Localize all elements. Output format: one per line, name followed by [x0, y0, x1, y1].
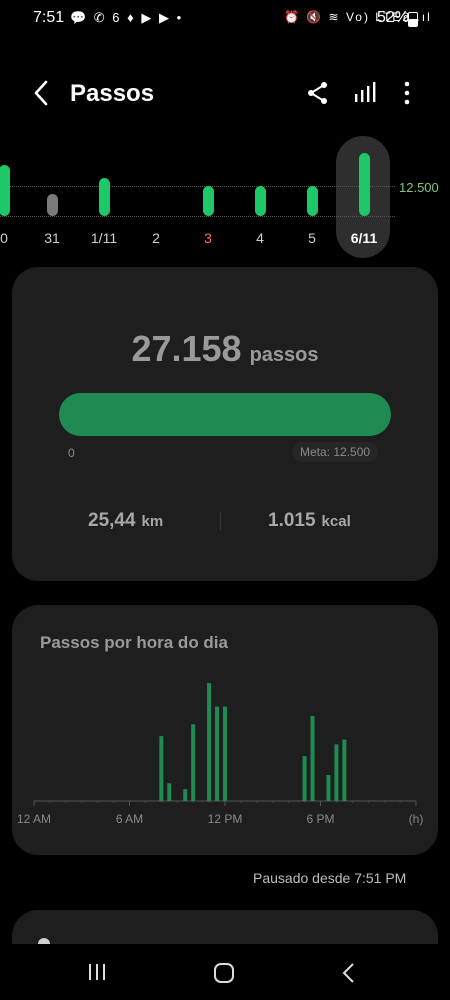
goal-line [0, 186, 395, 187]
x-tick-label: 12 PM [208, 812, 243, 826]
day-label-6/11[interactable]: 6/11 [344, 230, 384, 246]
steps-total: 27.158 passos [0, 328, 450, 370]
day-bar-31[interactable] [46, 194, 58, 216]
recent-apps-icon[interactable] [86, 962, 108, 982]
hour-bar [326, 775, 331, 801]
day-label-5[interactable]: 5 [292, 230, 332, 246]
battery-level: 52% [377, 9, 410, 26]
calories-value: 1.015 [268, 510, 316, 531]
notification-icons: 💬 ✆ 6 ♦ ▶ ▶ • [70, 10, 184, 25]
day-label-2[interactable]: 2 [136, 230, 176, 246]
calories-unit: kcal [321, 513, 351, 530]
day-label-1/11[interactable]: 1/11 [84, 230, 124, 246]
page-title: Passos [70, 80, 155, 107]
progress-start-label: 0 [68, 446, 75, 460]
steps-value: 27.158 [131, 328, 242, 369]
hour-bar [302, 756, 307, 801]
paused-status: Pausado desde 7:51 PM [253, 870, 407, 886]
more-vertical-icon[interactable] [394, 80, 420, 106]
hour-bar [159, 736, 164, 801]
x-tick-label: 6 PM [306, 812, 334, 826]
home-icon[interactable] [213, 962, 235, 984]
stat-divider [220, 512, 221, 530]
navigation-bar [0, 944, 450, 1000]
goal-badge: Meta: 12.500 [292, 442, 379, 462]
day-label-31[interactable]: 31 [32, 230, 72, 246]
bar-chart-icon[interactable] [353, 80, 379, 106]
day-bar-1/11[interactable] [98, 178, 110, 216]
distance-stat: 25,44 km [88, 510, 163, 532]
back-nav-icon[interactable] [340, 962, 358, 984]
hour-bar [215, 706, 220, 801]
x-tick-label: (h) [409, 812, 424, 826]
steps-unit: passos [249, 344, 319, 366]
status-bar: 7:51 💬 ✆ 6 ♦ ▶ ▶ • ⏰ 🔇 ≋ Vo) LTE2 .ıl 52… [0, 0, 450, 36]
battery-icon [408, 12, 418, 27]
steps-progress-bar [59, 393, 391, 436]
back-chevron-icon[interactable] [30, 80, 52, 106]
day-bar-3[interactable] [202, 186, 214, 216]
distance-unit: km [141, 513, 164, 530]
day-bar-4[interactable] [254, 186, 266, 216]
day-bar-0[interactable] [0, 165, 10, 216]
distance-value: 25,44 [88, 510, 136, 531]
hour-bar [310, 716, 315, 801]
share-icon[interactable] [305, 80, 331, 106]
calories-stat: 1.015 kcal [268, 510, 351, 532]
day-label-4[interactable]: 4 [240, 230, 280, 246]
goal-label: 12.500 [399, 180, 439, 195]
day-bar-6/11[interactable] [358, 153, 370, 216]
x-tick-label: 6 AM [116, 812, 143, 826]
x-tick-label: 12 AM [17, 812, 51, 826]
status-time: 7:51 [33, 9, 65, 26]
hour-bar [167, 783, 172, 801]
hour-bar [334, 744, 339, 801]
hour-bar [223, 706, 227, 801]
hour-bar [207, 683, 212, 801]
baseline [0, 216, 395, 217]
hour-bar [183, 789, 188, 801]
hourly-steps-chart: 12 AM 6 AM 12 PM 6 PM (h) [17, 683, 424, 826]
day-bar-5[interactable] [306, 186, 318, 216]
chart-title: Passos por hora do dia [40, 633, 228, 652]
hour-bar [342, 739, 347, 801]
day-label-3[interactable]: 3 [188, 230, 228, 246]
hour-bar [191, 724, 196, 801]
day-label-0[interactable]: 0 [0, 230, 24, 246]
